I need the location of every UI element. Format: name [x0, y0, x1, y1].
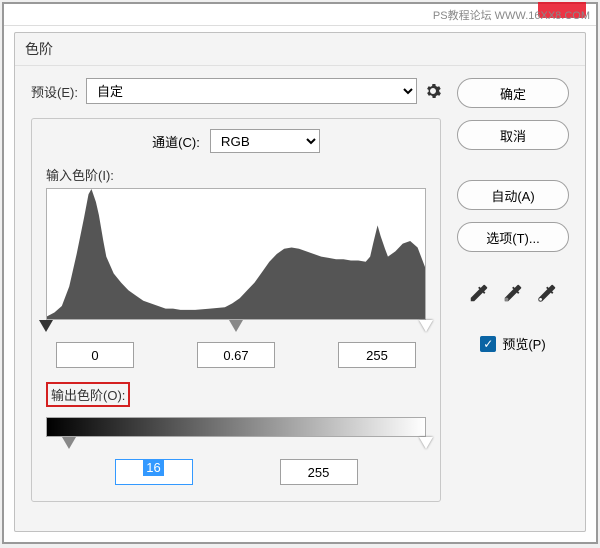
output-high-field[interactable] — [280, 459, 358, 485]
eyedropper-gray-icon[interactable] — [502, 282, 524, 304]
dialog-title: 色阶 — [15, 33, 585, 66]
output-low-slider[interactable] — [62, 437, 76, 449]
output-low-field[interactable]: 16 — [115, 459, 193, 485]
levels-dialog: 色阶 预设(E): 自定 通道(C): RGB — [14, 32, 586, 532]
input-gamma-slider[interactable] — [229, 320, 243, 332]
output-levels-label: 输出色阶(O): — [46, 382, 130, 407]
ok-button[interactable]: 确定 — [457, 78, 569, 108]
preview-checkbox[interactable]: ✓ — [480, 336, 496, 352]
cancel-button[interactable]: 取消 — [457, 120, 569, 150]
output-slider-track — [46, 437, 426, 451]
channel-select[interactable]: RGB — [210, 129, 320, 153]
auto-button[interactable]: 自动(A) — [457, 180, 569, 210]
preview-label: 预览(P) — [502, 334, 545, 353]
input-black-slider[interactable] — [39, 320, 53, 332]
preset-label: 预设(E): — [31, 82, 78, 101]
input-slider-track — [46, 320, 426, 334]
gear-icon[interactable] — [425, 83, 441, 99]
levels-fieldset: 通道(C): RGB 输入色阶(I): — [31, 118, 441, 502]
output-gradient — [46, 417, 426, 437]
input-levels-label: 输入色阶(I): — [46, 165, 426, 184]
input-white-field[interactable] — [338, 342, 416, 368]
histogram — [46, 188, 426, 320]
watermark-text: PS教程论坛 WWW.16XX8.COM — [433, 7, 590, 23]
eyedropper-group — [468, 282, 558, 304]
watermark-bar: PS教程论坛 WWW.16XX8.COM — [4, 4, 596, 26]
input-black-field[interactable] — [56, 342, 134, 368]
input-white-slider[interactable] — [419, 320, 433, 332]
output-high-slider[interactable] — [419, 437, 433, 449]
channel-label: 通道(C): — [152, 132, 200, 151]
preset-select[interactable]: 自定 — [86, 78, 417, 104]
input-gamma-field[interactable] — [197, 342, 275, 368]
eyedropper-white-icon[interactable] — [536, 282, 558, 304]
options-button[interactable]: 选项(T)... — [457, 222, 569, 252]
eyedropper-black-icon[interactable] — [468, 282, 490, 304]
